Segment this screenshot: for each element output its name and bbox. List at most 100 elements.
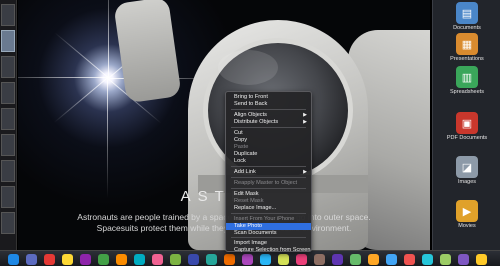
dock-app-icon[interactable] [152,254,163,265]
dock-app-icon[interactable] [26,254,37,265]
dock-app-icon[interactable] [116,254,127,265]
dock-app-icon[interactable] [8,254,19,265]
dock-app-icon[interactable] [170,254,181,265]
slide-thumbnail[interactable] [1,4,15,26]
slide-body-line[interactable]: Spacesuits protect them while they work … [18,223,430,233]
menu-item-label: Bring to Front [234,94,268,100]
slide-thumbnail[interactable] [1,134,15,156]
app-pdf-documents[interactable]: ▣ PDF Documents [439,112,495,142]
screen: ASTRO Astronauts are people trained by a… [0,0,500,266]
chevron-right-icon: ▶ [303,112,307,118]
menu-item-label: Capture Selection from Screen [234,247,311,253]
app-label: Documents [453,25,481,31]
slide-body-line[interactable]: Astronauts are people trained by a space… [18,212,430,222]
slide-navigator[interactable] [0,0,17,250]
dock-app-icon[interactable] [206,254,217,265]
menu-item-lock[interactable]: Lock [226,158,311,165]
slide-headline[interactable]: ASTRO [18,188,430,205]
app-movies[interactable]: ▶ Movies [439,200,495,230]
menu-item-label: Align Objects [234,112,267,118]
menu-item-label: Replace Image... [234,205,277,211]
menu-separator [231,237,306,238]
menu-item-label: Reset Mask [234,198,264,204]
menu-item-replace-image[interactable]: Replace Image... [226,205,311,212]
menu-item-label: Import Image [234,240,267,246]
menu-item-duplicate[interactable]: Duplicate [226,151,311,158]
movies-icon: ▶ [456,200,478,222]
menu-item-capture-selection-from-screen[interactable]: Capture Selection from Screen [226,247,311,254]
context-menu: Bring to Front Send to Back Align Objects ▶… [225,91,312,254]
menu-item-cut[interactable]: Cut [226,130,311,137]
slide-thumbnail[interactable] [1,212,15,234]
dock-app-icon[interactable] [476,254,487,265]
astronaut-arm [113,0,182,104]
dock-app-icon[interactable] [80,254,91,265]
documents-icon: ▤ [456,2,478,24]
slide-canvas[interactable]: ASTRO Astronauts are people trained by a… [18,0,430,250]
dock-app-icon[interactable] [422,254,433,265]
menu-item-import-image[interactable]: Import Image [226,240,311,247]
menu-item-add-link[interactable]: Add Link ▶ [226,169,311,176]
presentations-icon: ▦ [456,33,478,55]
app-presentations[interactable]: ▦ Presentations [439,33,495,63]
menu-item-label: Distribute Objects [234,119,279,125]
menu-separator [231,213,306,214]
menu-item-label: Send to Back [234,101,268,107]
menu-separator [231,177,306,178]
dock-app-icon[interactable] [260,254,271,265]
menu-item-distribute-objects[interactable]: Distribute Objects ▶ [226,119,311,126]
sun-ray [108,0,109,78]
menu-separator [231,188,306,189]
dock-app-icon[interactable] [368,254,379,265]
pdf-icon: ▣ [456,112,478,134]
slide-thumbnail[interactable] [1,108,15,130]
dock-app-icon[interactable] [278,254,289,265]
menu-item-label: Cut [234,130,243,136]
dock-app-icon[interactable] [134,254,145,265]
app-label: Presentations [450,56,484,62]
menu-separator [231,166,306,167]
menu-item-insert-from-your-iphone: Insert From Your iPhone [226,216,311,223]
dock-app-icon[interactable] [386,254,397,265]
slide-thumbnail[interactable] [1,186,15,208]
dock-app-icon[interactable] [314,254,325,265]
menu-item-label: Duplicate [234,151,258,157]
app-spreadsheets[interactable]: ▥ Spreadsheets [439,66,495,96]
menu-item-label: Take Photo [234,223,262,229]
dock-app-icon[interactable] [62,254,73,265]
menu-item-bring-to-front[interactable]: Bring to Front [226,94,311,101]
menu-item-label: Lock [234,158,246,164]
dock-app-icon[interactable] [98,254,109,265]
slide-thumbnail-selected[interactable] [1,30,15,52]
dock-app-icon[interactable] [242,254,253,265]
slide-thumbnail[interactable] [1,160,15,182]
slide-thumbnail[interactable] [1,56,15,78]
menu-separator [231,109,306,110]
dock-app-icon[interactable] [332,254,343,265]
menu-item-align-objects[interactable]: Align Objects ▶ [226,112,311,119]
app-panel: ▤ Documents ▦ Presentations ▥ Spreadshee… [432,0,500,250]
dock-app-icon[interactable] [224,254,235,265]
menu-item-label: Scan Documents [234,230,277,236]
sun-ray [18,77,108,78]
chevron-right-icon: ▶ [303,119,307,125]
dock-app-icon[interactable] [296,254,307,265]
menu-item-edit-mask[interactable]: Edit Mask [226,191,311,198]
visor-reflection [218,50,278,85]
slide-thumbnail[interactable] [1,82,15,104]
dock-app-icon[interactable] [188,254,199,265]
app-label: Movies [458,223,476,229]
app-images[interactable]: ◪ Images [439,156,495,186]
dock-app-icon[interactable] [44,254,55,265]
menu-item-take-photo[interactable]: Take Photo [226,223,311,230]
dock-app-icon[interactable] [404,254,415,265]
dock-app-icon[interactable] [440,254,451,265]
menu-item-label: Copy [234,137,248,143]
menu-item-scan-documents[interactable]: Scan Documents [226,230,311,237]
menu-item-copy[interactable]: Copy [226,137,311,144]
app-documents[interactable]: ▤ Documents [439,2,495,32]
menu-item-send-to-back[interactable]: Send to Back [226,101,311,108]
dock-app-icon[interactable] [350,254,361,265]
menu-item-label: Reapply Master to Object [234,180,298,186]
dock-app-icon[interactable] [458,254,469,265]
